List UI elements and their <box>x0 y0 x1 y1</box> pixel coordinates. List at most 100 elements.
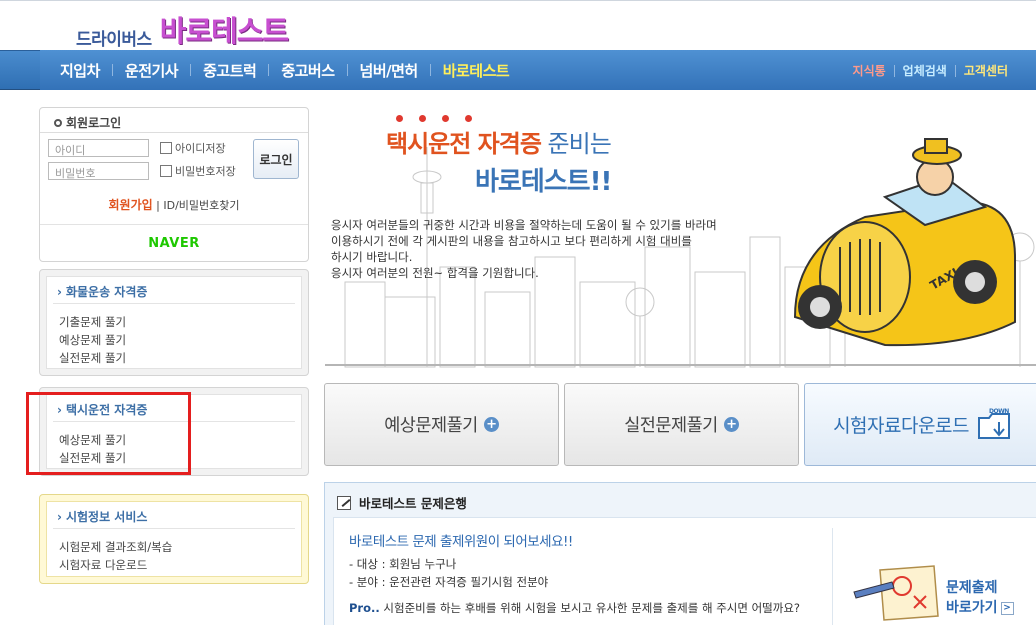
divider <box>40 132 308 133</box>
top-border <box>0 0 1036 3</box>
write-question-line2-text: 바로가기 <box>946 600 998 616</box>
taxi-license-title[interactable]: › 택시운전 자격증 <box>57 401 147 418</box>
question-bank-body: 바로테스트 문제 출제위원이 되어보세요!! - 대상 : 회원님 누구나 - … <box>333 517 1036 625</box>
pro-text: 시험준비를 하는 후배를 위해 시험을 보시고 유사한 문제를 출제를 해 주시… <box>379 601 801 615</box>
menu-item-past-exam[interactable]: 기출문제 풀기 <box>59 313 126 331</box>
login-title-text: 회원로그인 <box>66 116 122 130</box>
login-links: 회원가입 | ID/비밀번호찾기 <box>40 196 308 213</box>
bullet-circle-icon <box>54 118 62 127</box>
password-input[interactable]: 비밀번호 <box>48 162 149 180</box>
cargo-license-title[interactable]: › 화물운송 자격증 <box>57 283 147 300</box>
download-badge-text: DOWN <box>989 408 1009 415</box>
exam-menu-list: 시험문제 결과조회/복습 시험자료 다운로드 <box>59 538 172 574</box>
arrow-right-icon: > <box>1000 601 1014 615</box>
save-id-label: 아이디저장 <box>175 142 226 155</box>
dot-icon <box>396 115 403 122</box>
checkbox-icon <box>160 142 172 154</box>
cargo-license-menu: › 화물운송 자격증 기출문제 풀기 예상문제 풀기 실전문제 풀기 <box>39 269 309 376</box>
cargo-menu-list: 기출문제 풀기 예상문제 풀기 실전문제 풀기 <box>59 313 126 367</box>
login-title: 회원로그인 <box>54 114 121 131</box>
exam-info-menu: › 시험정보 서비스 시험문제 결과조회/복습 시험자료 다운로드 <box>39 494 309 584</box>
nav-item-jiipcha[interactable]: 지입차 <box>48 60 112 81</box>
banner-text-line: 응시자 여러분들의 귀중한 시간과 비용을 절약하는데 도움이 될 수 있기를 … <box>331 218 717 232</box>
id-input[interactable]: 아이디 <box>48 139 149 157</box>
menu-item-predict-exam[interactable]: 예상문제 풀기 <box>59 331 126 349</box>
emphasis-dots <box>396 115 472 122</box>
banner-title-highlight: 택시운전 자격증 <box>386 130 542 158</box>
nav-item-barotest[interactable]: 바로테스트 <box>431 60 522 81</box>
question-bank-target: - 대상 : 회원님 누구나 <box>349 557 457 571</box>
menu-panel: › 택시운전 자격증 예상문제 풀기 실전문제 풀기 <box>46 394 302 469</box>
question-bank-field: - 분야 : 운전관련 자격증 필기시험 전분야 <box>349 575 549 589</box>
dot-icon <box>419 115 426 122</box>
practice-exam-button[interactable]: 실전문제풀기 + <box>564 383 799 466</box>
menu-panel: › 시험정보 서비스 시험문제 결과조회/복습 시험자료 다운로드 <box>46 501 302 577</box>
menu-item-practice-exam[interactable]: 실전문제 풀기 <box>59 449 126 467</box>
chevron-right-icon: › <box>57 285 62 299</box>
hero-banner: TAXI 택시운전 자격증 준비는 바로테스트!! 응시자 여러분들의 귀중한 … <box>325 107 1036 370</box>
nav-item-used-bus[interactable]: 중고버스 <box>269 60 346 81</box>
quiz-paper-icon <box>853 565 939 621</box>
save-password-label: 비밀번호저장 <box>175 165 236 178</box>
question-bank-headline[interactable]: 바로테스트 문제 출제위원이 되어보세요!! <box>349 530 573 550</box>
nav-company-search-link[interactable]: 업체검색 <box>895 62 955 79</box>
menu-item-practice-exam[interactable]: 실전문제 풀기 <box>59 349 126 367</box>
logo-subtitle: 드라이버스 <box>76 30 152 50</box>
write-question-link[interactable]: 문제출제 바로가기 > <box>946 578 1014 618</box>
naver-login-button[interactable]: NAVER <box>40 236 308 251</box>
banner-text-line: 하시기 바랍니다. <box>331 250 413 264</box>
cargo-license-title-text: 화물운송 자격증 <box>65 285 148 299</box>
taxi-menu-list: 예상문제 풀기 실전문제 풀기 <box>59 431 126 467</box>
nav-customer-center-link[interactable]: 고객센터 <box>956 62 1016 79</box>
predict-exam-button[interactable]: 예상문제풀기 + <box>324 383 559 466</box>
divider <box>832 528 833 625</box>
divider <box>53 528 295 529</box>
download-folder-icon: DOWN <box>977 408 1010 439</box>
download-materials-button[interactable]: 시험자료다운로드 DOWN <box>804 383 1036 466</box>
menu-panel: › 화물운송 자격증 기출문제 풀기 예상문제 풀기 실전문제 풀기 <box>46 276 302 369</box>
question-bank-pro: Pro.. 시험준비를 하는 후배를 위해 시험을 보시고 유사한 문제를 출제… <box>349 600 800 616</box>
logo-title: 바로테스트 <box>159 14 289 48</box>
practice-exam-label: 실전문제풀기 <box>624 416 718 436</box>
menu-item-exam-download[interactable]: 시험자료 다운로드 <box>59 556 172 574</box>
find-id-password-link[interactable]: ID/비밀번호찾기 <box>163 199 239 212</box>
plus-circle-icon: + <box>483 417 499 432</box>
predict-exam-label: 예상문제풀기 <box>384 416 478 436</box>
save-id-checkbox[interactable]: 아이디저장 <box>160 140 226 156</box>
question-bank-header: 바로테스트 문제은행 <box>337 493 467 512</box>
taxi-license-title-text: 택시운전 자격증 <box>65 403 148 417</box>
dot-icon <box>465 115 472 122</box>
menu-item-predict-exam[interactable]: 예상문제 풀기 <box>59 431 126 449</box>
question-bank-panel: 바로테스트 문제은행 바로테스트 문제 출제위원이 되어보세요!! - 대상 :… <box>324 482 1036 625</box>
taxi-car-icon <box>793 138 1016 347</box>
download-materials-label: 시험자료다운로드 <box>833 415 969 437</box>
nav-knowledge-link[interactable]: 지식통 <box>845 62 894 79</box>
pencil-icon <box>337 495 351 510</box>
exam-info-title[interactable]: › 시험정보 서비스 <box>57 508 147 525</box>
divider <box>40 224 308 225</box>
exam-info-title-text: 시험정보 서비스 <box>65 510 148 524</box>
nav-item-license[interactable]: 넘버/면허 <box>348 60 430 81</box>
save-password-checkbox[interactable]: 비밀번호저장 <box>160 163 236 179</box>
banner-title: 택시운전 자격증 준비는 <box>386 124 612 159</box>
write-question-line2: 바로가기 > <box>946 598 1014 618</box>
login-button[interactable]: 로그인 <box>253 139 299 179</box>
taxi-license-menu: › 택시운전 자격증 예상문제 풀기 실전문제 풀기 <box>39 387 309 476</box>
banner-title-rest: 준비는 <box>540 130 612 158</box>
login-box: 회원로그인 아이디 비밀번호 아이디저장 비밀번호저장 로그인 회원가입 | I… <box>39 107 309 262</box>
chevron-right-icon: › <box>57 510 62 524</box>
site-logo[interactable]: 드라이버스 바로테스트 <box>76 8 289 50</box>
join-link[interactable]: 회원가입 <box>108 198 152 212</box>
menu-item-exam-results[interactable]: 시험문제 결과조회/복습 <box>59 538 172 556</box>
nav-item-used-truck[interactable]: 중고트럭 <box>191 60 268 81</box>
banner-subtitle: 바로테스트!! <box>475 167 612 197</box>
divider <box>53 421 295 422</box>
pro-label: Pro.. <box>349 601 380 615</box>
checkbox-icon <box>160 165 172 177</box>
nav-item-driver[interactable]: 운전기사 <box>113 60 190 81</box>
link-separator: | <box>152 199 164 212</box>
plus-circle-icon: + <box>723 417 739 432</box>
banner-description: 응시자 여러분들의 귀중한 시간과 비용을 절약하는데 도움이 될 수 있기를 … <box>331 217 801 281</box>
banner-text-line: 이용하시기 전에 각 게시판의 내용을 참고하시고 보다 편리하게 시험 대비를 <box>331 234 692 248</box>
question-bank-title: 바로테스트 문제은행 <box>359 496 467 511</box>
